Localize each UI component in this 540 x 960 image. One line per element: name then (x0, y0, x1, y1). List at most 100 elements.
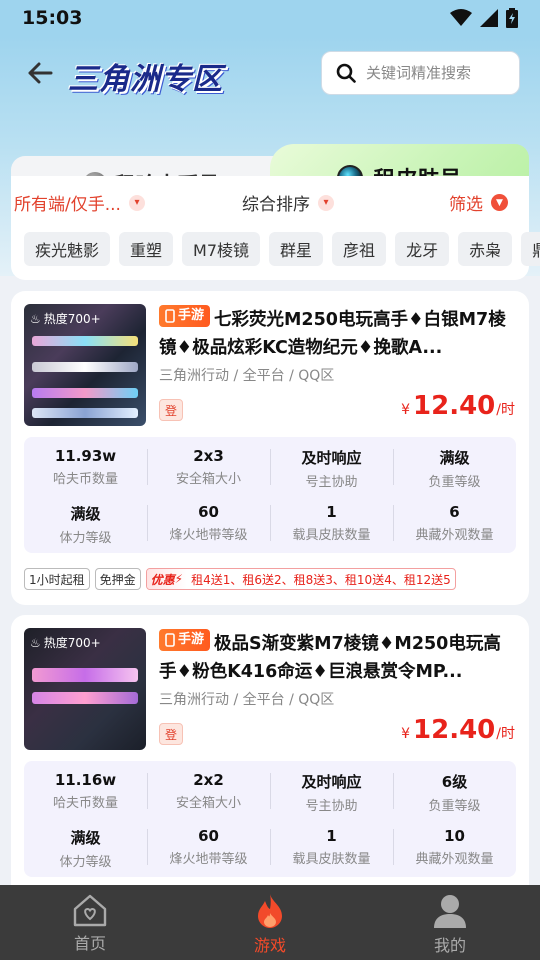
listing-card[interactable]: ♨ 热度700+ 手游 极品S渐变紫M7棱镜♦M250电玩高手♦粉色K416命运… (11, 615, 529, 905)
weapon-image (32, 362, 138, 372)
keyword-chips: 疾光魅影 重塑 M7棱镜 群星 彦祖 龙牙 赤枭 鼎 (24, 232, 540, 266)
spec-value: 1 (326, 827, 337, 845)
platform-filter[interactable]: 所有端/仅手... ▾ (14, 190, 145, 215)
weapon-image (32, 692, 138, 704)
spec-value: 满级 (70, 829, 101, 847)
spec-grid: 11.93w 哈夫币数量 2x3 安全箱大小 及时响应 号主协助 满级 负重等级 满级体… (24, 437, 516, 553)
divider (270, 449, 271, 485)
flame-icon (258, 894, 282, 928)
nav-mine[interactable]: 我的 (400, 885, 500, 960)
chevron-down-icon: ▾ (128, 194, 145, 211)
price-value: 12.40 (413, 715, 496, 745)
spec-value: 满级 (70, 505, 101, 523)
status-icons (450, 8, 518, 28)
search-icon (336, 63, 356, 83)
spec-value: 2x3 (193, 447, 224, 465)
nav-home[interactable]: 首页 (40, 885, 140, 960)
keyword-chip[interactable]: 疾光魅影 (24, 232, 111, 266)
keyword-chip[interactable]: 赤枭 (458, 232, 513, 266)
spec-collection: 6 典藏外观数量 (393, 503, 516, 543)
price-unit: /时 (496, 726, 515, 742)
filter-icon: ▼ (491, 194, 508, 211)
listing-card[interactable]: ♨ 热度700+ 手游 七彩荧光M250电玩高手♦白银M7棱镜♦极品炫彩KC造物… (11, 291, 529, 605)
spec-label: 负重等级 (428, 799, 481, 814)
listing-title-text: 极品S渐变紫M7棱镜♦M250电玩高手♦粉色K416命运♦巨浪悬赏令MP... (159, 634, 501, 682)
spec-value: 11.93w (54, 447, 117, 465)
heat-label: 热度700+ (43, 312, 101, 326)
flame-icon: ♨ (30, 311, 41, 326)
listing-thumbnail: ♨ 热度700+ (24, 304, 146, 426)
spec-value: 满级 (439, 449, 470, 467)
back-button[interactable] (24, 58, 56, 88)
mobile-tag-label: 手游 (178, 632, 205, 647)
spec-stamina-level: 满级 体力等级 (24, 503, 147, 546)
search-input[interactable] (366, 64, 506, 82)
bottom-nav: 首页 游戏 我的 (0, 885, 540, 960)
login-tag: 登 (159, 723, 183, 745)
divider (147, 829, 148, 865)
keyword-chip[interactable]: M7棱镜 (182, 232, 261, 266)
home-icon (73, 894, 107, 927)
spec-value: 60 (198, 827, 219, 845)
no-deposit-tag: 免押金 (94, 568, 141, 590)
sort-filter[interactable]: 综合排序 ▾ (242, 190, 334, 215)
promo-tag: 优惠 ⚡ 租4送1、租6送2、租8送3、租10送4、租12送5 (145, 568, 456, 590)
spec-owner-assist: 及时响应 号主协助 (270, 447, 393, 490)
spec-label: 哈夫币数量 (52, 472, 118, 487)
divider (393, 829, 394, 865)
spec-value: 2x2 (193, 771, 224, 789)
listing-price: ¥ 12.40 /时 (401, 715, 515, 745)
spec-value: 及时响应 (301, 773, 362, 791)
flame-icon: ♨ (30, 635, 41, 650)
keyword-chip[interactable]: 鼎 (521, 232, 540, 266)
nav-game[interactable]: 游戏 (220, 885, 320, 960)
divider (147, 773, 148, 809)
divider (393, 449, 394, 485)
listing-meta: 三角洲行动 / 全平台 / QQ区 (159, 368, 335, 384)
page-title: 三角洲专区 (68, 62, 223, 97)
listing-thumbnail: ♨ 热度700+ (24, 628, 146, 750)
promo-badge-label: 优惠 (150, 572, 175, 587)
listing-price: ¥ 12.40 /时 (401, 391, 515, 421)
status-bar: 15:03 (0, 0, 540, 36)
spec-value: 11.16w (54, 771, 117, 789)
divider (147, 505, 148, 541)
mobile-tag: 手游 (159, 305, 211, 327)
keyword-chip[interactable]: 群星 (269, 232, 324, 266)
weapon-image (32, 336, 138, 346)
spec-label: 体力等级 (59, 531, 112, 546)
signal-icon (480, 9, 498, 27)
mobile-tag-label: 手游 (178, 308, 205, 323)
divider (393, 773, 394, 809)
spec-grid: 11.16w 哈夫币数量 2x2 安全箱大小 及时响应 号主协助 6级 负重等级 满级体… (24, 761, 516, 877)
spec-label: 烽火地带等级 (169, 528, 248, 543)
promo-text: 租4送1、租6送2、租8送3、租10送4、租12送5 (191, 572, 451, 587)
heat-badge: ♨ 热度700+ (30, 310, 101, 327)
price-value: 12.40 (413, 391, 496, 421)
spec-value: 1 (326, 503, 337, 521)
search-box[interactable] (321, 51, 520, 95)
spec-label: 负重等级 (428, 475, 481, 490)
spec-value: 6 (449, 503, 460, 521)
weapon-image (32, 388, 138, 398)
keyword-chip[interactable]: 重塑 (119, 232, 174, 266)
divider (270, 773, 271, 809)
divider (270, 829, 271, 865)
arrow-left-icon (28, 62, 53, 84)
listing-title: 手游 七彩荧光M250电玩高手♦白银M7棱镜♦极品炫彩KC造物纪元♦挽歌A... (159, 305, 515, 362)
keyword-chip[interactable]: 彦祖 (332, 232, 387, 266)
keyword-chip[interactable]: 龙牙 (395, 232, 450, 266)
spec-hafu-coin: 11.93w 哈夫币数量 (24, 447, 147, 487)
platform-filter-label: 所有端/仅手... (14, 195, 121, 215)
spec-label: 安全箱大小 (175, 472, 241, 487)
chevron-down-icon: ▾ (318, 194, 334, 211)
sort-filter-label: 综合排序 (242, 195, 310, 215)
divider (393, 505, 394, 541)
screen-filter[interactable]: 筛选 ▼ (449, 190, 508, 215)
listing-title: 手游 极品S渐变紫M7棱镜♦M250电玩高手♦粉色K416命运♦巨浪悬赏令MP.… (159, 629, 515, 686)
spec-value: 60 (198, 503, 219, 521)
mobile-tag: 手游 (159, 629, 211, 651)
nav-label: 游戏 (253, 936, 286, 955)
spec-collection: 10 典藏外观数量 (393, 827, 516, 867)
weapon-image (32, 408, 138, 418)
